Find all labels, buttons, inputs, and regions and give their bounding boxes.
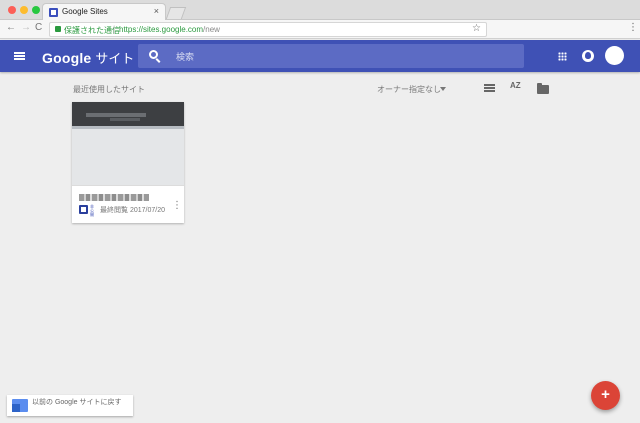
app-logo[interactable]: Google サイト <box>42 48 134 67</box>
reload-icon[interactable]: C <box>35 22 42 33</box>
classic-sites-label: 以前の Google サイトに戻す <box>32 399 122 406</box>
back-icon[interactable]: ← <box>6 22 16 33</box>
last-viewed-label: 最終閲覧 2017/07/20 <box>100 207 165 214</box>
url-path: /new <box>203 25 220 34</box>
site-card[interactable]: 非公開 最終閲覧 2017/07/20 ⋮ <box>72 102 184 223</box>
address-bar[interactable]: 保護された通信 | https://sites.google.com/new <box>49 22 487 37</box>
app-header: Google サイト 検索 <box>0 40 640 72</box>
browser-navbar: ← → C 保護された通信 | https://sites.google.com… <box>0 20 640 39</box>
url-prefix: https://sites.google.com <box>119 25 204 34</box>
minimize-window-button[interactable] <box>20 6 28 14</box>
notifications-icon[interactable] <box>582 50 594 62</box>
apps-grid-icon[interactable] <box>558 52 567 61</box>
classic-sites-icon <box>12 399 28 412</box>
site-name-redacted <box>79 194 149 201</box>
tab-title: Google Sites <box>62 7 108 16</box>
blurred-content <box>86 113 146 117</box>
thumbnail-nav <box>72 126 184 129</box>
list-view-icon[interactable] <box>484 84 495 92</box>
create-site-button[interactable]: + <box>591 381 620 410</box>
maximize-window-button[interactable] <box>32 6 40 14</box>
browser-tab[interactable]: Google Sites × <box>42 3 166 21</box>
new-tab-button[interactable] <box>165 7 187 19</box>
browser-titlebar: Google Sites × <box>0 0 640 21</box>
browser-menu-icon[interactable]: ⋮ <box>628 22 638 33</box>
brand-google: Google <box>42 50 92 66</box>
visibility-badge: 非公開 <box>90 204 94 217</box>
forward-icon[interactable]: → <box>21 22 31 33</box>
caret-down-icon[interactable] <box>440 87 446 91</box>
tab-close-icon[interactable]: × <box>154 6 159 16</box>
more-options-icon[interactable]: ⋮ <box>172 201 182 211</box>
avatar[interactable] <box>605 46 624 65</box>
secure-connection-label: 保護された通信 <box>64 26 120 35</box>
lock-icon <box>55 26 61 32</box>
thumbnail-header <box>72 102 184 126</box>
search-placeholder: 検索 <box>176 52 195 62</box>
url-text: https://sites.google.com/new <box>119 25 220 34</box>
url-separator: | <box>113 24 116 34</box>
classic-sites-button[interactable]: 以前の Google サイトに戻す <box>7 395 133 416</box>
brand-sites: サイト <box>95 51 135 66</box>
bookmark-star-icon[interactable]: ☆ <box>472 23 481 34</box>
search-input[interactable]: 検索 <box>138 44 524 68</box>
hamburger-menu-icon[interactable] <box>14 52 25 60</box>
folder-icon[interactable] <box>537 83 549 94</box>
plus-icon: + <box>601 386 610 403</box>
section-title: 最近使用したサイト <box>73 85 145 94</box>
sort-az-icon[interactable]: AZ <box>510 82 521 90</box>
search-icon <box>149 50 158 59</box>
owner-filter-dropdown[interactable]: オーナー指定なし <box>377 84 441 95</box>
site-type-icon <box>79 205 88 214</box>
sites-favicon-icon <box>49 8 58 17</box>
site-thumbnail <box>72 102 184 186</box>
blurred-content <box>110 118 140 121</box>
close-window-button[interactable] <box>8 6 16 14</box>
